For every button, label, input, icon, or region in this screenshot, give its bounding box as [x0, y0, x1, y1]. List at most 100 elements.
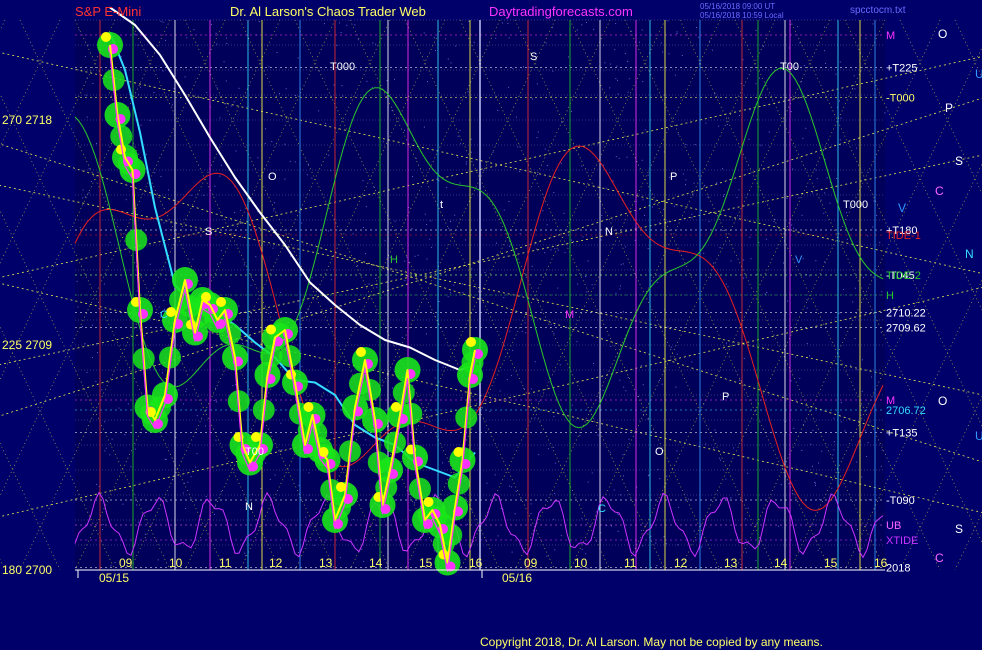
star	[659, 222, 661, 224]
star	[725, 478, 727, 480]
plot-marker-label: P	[722, 391, 729, 403]
star	[205, 272, 207, 274]
x-tick-label: 15	[419, 556, 433, 570]
star	[372, 42, 374, 44]
star	[861, 547, 863, 549]
star	[280, 291, 282, 293]
star	[585, 553, 587, 555]
star	[219, 117, 221, 119]
star	[82, 197, 84, 199]
star	[414, 255, 416, 257]
star	[109, 241, 111, 243]
star	[461, 397, 463, 399]
star	[647, 418, 649, 420]
star	[404, 260, 406, 262]
star	[164, 39, 166, 41]
star	[880, 465, 882, 467]
star	[667, 20, 669, 22]
star	[871, 376, 873, 378]
star	[375, 43, 377, 45]
star	[382, 141, 384, 143]
plot-marker-label: T000	[843, 199, 868, 211]
star	[409, 509, 411, 511]
right-level-label: 2709.62	[886, 323, 926, 335]
far-right-letter: U	[975, 429, 982, 443]
star	[748, 138, 750, 140]
star	[238, 87, 240, 89]
star	[544, 148, 546, 150]
star	[854, 287, 856, 289]
star	[628, 78, 630, 80]
star	[471, 509, 473, 511]
star	[760, 144, 762, 146]
star	[650, 535, 652, 537]
star	[812, 429, 814, 431]
star	[523, 34, 525, 36]
star	[593, 28, 595, 30]
star	[295, 94, 297, 96]
star	[528, 67, 530, 69]
star	[105, 447, 107, 449]
star	[628, 438, 630, 440]
star	[197, 66, 199, 68]
star	[736, 196, 738, 198]
star	[587, 260, 589, 262]
star	[719, 247, 721, 249]
star	[515, 116, 517, 118]
copyright: Copyright 2018, Dr. Al Larson. May not b…	[480, 635, 823, 649]
star	[674, 74, 676, 76]
star	[537, 131, 539, 133]
star	[622, 311, 624, 313]
star	[747, 507, 749, 509]
star	[318, 110, 320, 112]
star	[579, 435, 581, 437]
star	[571, 110, 573, 112]
star	[242, 343, 244, 345]
star	[448, 227, 450, 229]
star	[406, 256, 408, 258]
star	[791, 493, 793, 495]
website-link[interactable]: Daytradingforecasts.com	[489, 4, 633, 19]
star	[473, 41, 475, 43]
star	[677, 133, 679, 135]
y-tick-label: 180 2700	[2, 563, 52, 577]
star	[691, 361, 693, 363]
star	[162, 21, 164, 23]
star	[484, 272, 486, 274]
star	[284, 178, 286, 180]
star	[546, 224, 548, 226]
star	[747, 472, 749, 474]
star	[630, 30, 632, 32]
star	[306, 174, 308, 176]
star	[709, 276, 711, 278]
star	[718, 568, 720, 570]
plot-marker-label: T00	[780, 61, 799, 73]
star	[305, 540, 307, 542]
star	[192, 258, 194, 260]
star	[814, 484, 816, 486]
star	[553, 415, 555, 417]
star	[255, 256, 257, 258]
star	[587, 567, 589, 569]
star	[627, 91, 629, 93]
star	[546, 555, 548, 557]
star	[76, 280, 78, 282]
star	[703, 252, 705, 254]
star	[271, 140, 273, 142]
star	[140, 124, 142, 126]
star	[243, 264, 245, 266]
star	[232, 385, 234, 387]
star	[544, 252, 546, 254]
star	[184, 76, 186, 78]
star	[461, 283, 463, 285]
star	[803, 64, 805, 66]
star	[413, 502, 415, 504]
star	[416, 440, 418, 442]
star	[726, 123, 728, 125]
plot-marker-label: S	[205, 226, 212, 238]
star	[301, 366, 303, 368]
star	[642, 81, 644, 83]
star	[755, 83, 757, 85]
star	[149, 368, 151, 370]
star	[328, 230, 330, 232]
